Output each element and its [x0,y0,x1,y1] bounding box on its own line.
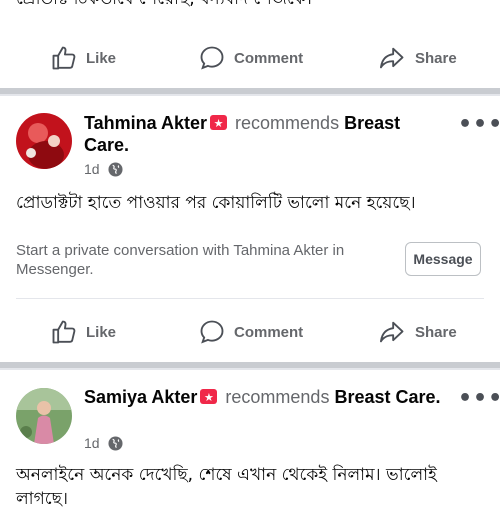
recommends-text: recommends [225,387,330,407]
page-name-period: . [435,387,441,407]
more-options-button[interactable]: ••• [458,112,500,137]
share-arrow-icon [379,47,404,69]
post-separator [0,88,500,96]
profile-photo-icon [16,113,72,169]
post-separator [0,362,500,370]
post-header: Tahmina Akterrecommends Breast Care. [84,112,444,156]
recommend-badge-icon [210,113,228,135]
globe-icon [108,435,123,451]
share-arrow-icon [379,321,404,343]
like-button[interactable]: Like [50,44,116,72]
comment-button[interactable]: Comment [198,44,303,72]
recommend-badge-icon [200,387,218,409]
avatar[interactable] [16,113,72,169]
post-time[interactable]: 1d [84,435,100,451]
share-button[interactable]: Share [377,44,457,72]
comment-button[interactable]: Comment [198,318,303,346]
share-button[interactable]: Share [377,318,457,346]
message-prompt: Start a private conversation with Tahmin… [16,242,345,278]
author-name[interactable]: Samiya Akter [84,387,197,407]
avatar[interactable] [16,388,72,444]
post-time[interactable]: 1d [84,161,100,177]
globe-icon [108,161,123,177]
post-actions: Like Comment Share [0,312,500,352]
previous-post-text: প্রোডাক্ট ঠিকভাবে পেয়েছি, ধন্যবাদ পেজকে… [0,0,500,10]
comment-label: Comment [234,323,304,341]
previous-post-actions: Like Comment Share [0,38,500,78]
more-options-button[interactable]: ••• [458,386,500,411]
comment-bubble-icon [200,320,224,344]
share-label: Share [415,49,457,67]
author-name[interactable]: Tahmina Akter [84,113,207,133]
comment-label: Comment [234,49,304,67]
thumbs-up-icon [52,320,76,344]
post-meta: 1d [84,435,123,451]
like-label: Like [86,49,117,67]
divider [16,298,484,299]
thumbs-up-icon [52,46,76,70]
like-label: Like [86,323,117,341]
profile-photo-icon [16,388,72,444]
page-name-period: . [124,135,130,155]
page-name-link[interactable]: Breast Care [334,387,435,407]
like-button[interactable]: Like [50,318,116,346]
message-button[interactable]: Message [405,242,481,276]
post-meta: 1d [84,161,123,177]
post-body: অনলাইনে অনেক দেখেছি, শেষে এখান থেকেই নিল… [16,465,437,509]
comment-bubble-icon [200,46,224,70]
recommends-text: recommends [235,113,340,133]
post-header: Samiya Akter recommends Breast Care. [84,386,444,409]
share-label: Share [415,323,457,341]
post-body: প্রোডাক্টটা হাতে পাওয়ার পর কোয়ালিটি ভা… [16,193,416,213]
